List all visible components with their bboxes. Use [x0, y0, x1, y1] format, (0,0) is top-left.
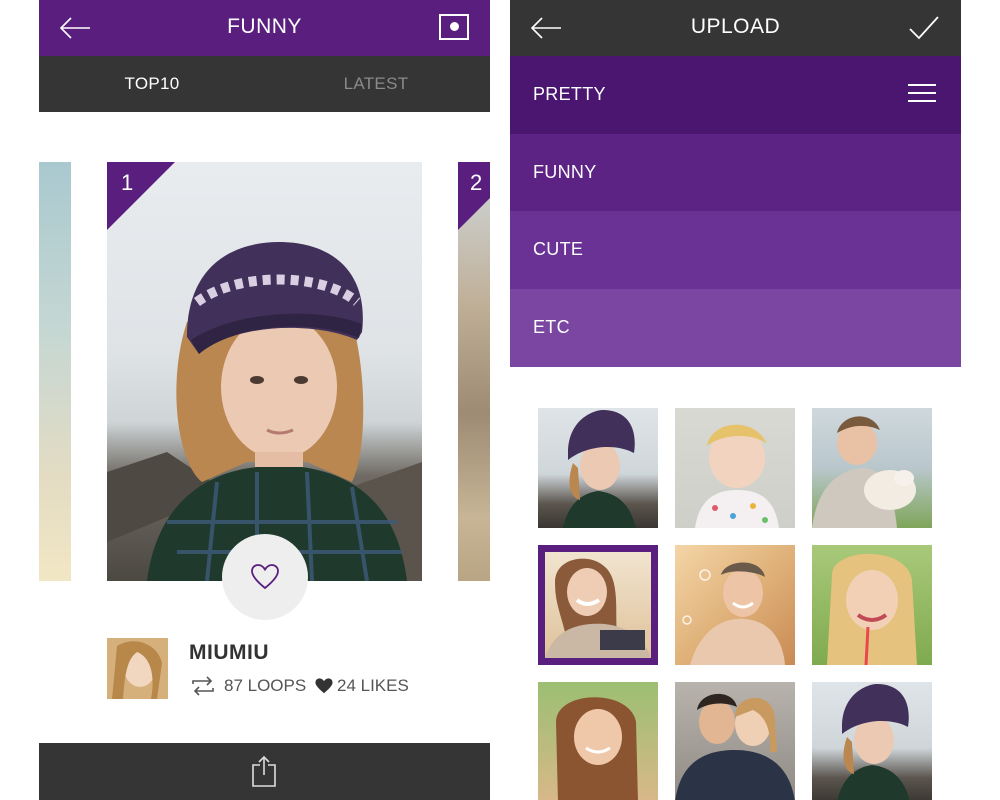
category-label: ETC: [533, 317, 570, 337]
gallery-thumbnail[interactable]: [675, 682, 795, 800]
gallery-thumbnail-selected[interactable]: [538, 545, 658, 665]
thumbnail-photo: [545, 558, 651, 658]
page-title: FUNNY: [227, 15, 302, 38]
gallery-thumbnail[interactable]: [538, 682, 658, 800]
thumbnail-photo: [837, 684, 910, 800]
tab-bar: TOP10 LATEST: [39, 56, 490, 112]
heart-filled-icon: [315, 678, 333, 694]
rank-number: 2: [470, 170, 483, 195]
category-label: PRETTY: [533, 84, 606, 104]
like-button[interactable]: [222, 534, 308, 620]
rank-badge: [107, 162, 175, 230]
checkmark-icon[interactable]: [908, 14, 940, 42]
gallery-thumbnail[interactable]: [812, 682, 932, 800]
header-bar: FUNNY: [39, 0, 490, 56]
thumbnail-photo: [556, 697, 638, 800]
rank-number: 1: [121, 170, 134, 195]
tab-latest[interactable]: LATEST: [311, 74, 441, 94]
gallery-thumbnail[interactable]: [812, 545, 932, 665]
avatar[interactable]: [107, 638, 168, 699]
thumbnail-photo: [675, 693, 795, 800]
featured-card[interactable]: 1: [107, 162, 422, 581]
user-name[interactable]: MIUMIU: [189, 641, 269, 665]
loop-icon: [192, 676, 214, 696]
category-label: CUTE: [533, 239, 584, 259]
previous-card[interactable]: [39, 162, 71, 581]
thumbnail-photo: [695, 424, 779, 528]
right-screen: UPLOAD PRETTY FUNNY CUTE ETC: [510, 0, 961, 800]
category-funny[interactable]: FUNNY: [510, 134, 961, 212]
category-cute[interactable]: CUTE: [510, 211, 961, 289]
left-screen: FUNNY TOP10 LATEST 1 2 MIUMIU 87 LOOPS 2…: [39, 0, 490, 800]
gallery-thumbnail[interactable]: [812, 408, 932, 528]
likes-count: 24 LIKES: [337, 676, 409, 695]
avatar-photo: [107, 638, 168, 699]
tab-top10[interactable]: TOP10: [87, 74, 217, 94]
loops-count: 87 LOOPS: [224, 676, 307, 695]
thumbnail-photo: [812, 416, 916, 528]
thumbnail-photo: [563, 410, 636, 528]
footer-bar: [39, 743, 490, 800]
gallery-thumbnail[interactable]: [675, 408, 795, 528]
thumbnail-photo: [682, 562, 785, 665]
header-bar: UPLOAD: [510, 0, 961, 56]
record-icon[interactable]: [439, 14, 469, 40]
category-pretty[interactable]: PRETTY: [510, 56, 961, 134]
heart-outline-icon: [251, 564, 279, 590]
gallery-thumbnail[interactable]: [675, 545, 795, 665]
category-label: FUNNY: [533, 162, 597, 182]
hamburger-menu-icon[interactable]: [908, 84, 936, 104]
share-icon[interactable]: [251, 755, 277, 787]
gallery-thumbnail[interactable]: [538, 408, 658, 528]
thumbnail-photo: [827, 553, 917, 665]
page-title: UPLOAD: [690, 15, 781, 38]
category-etc[interactable]: ETC: [510, 289, 961, 367]
next-card[interactable]: 2: [458, 162, 490, 581]
